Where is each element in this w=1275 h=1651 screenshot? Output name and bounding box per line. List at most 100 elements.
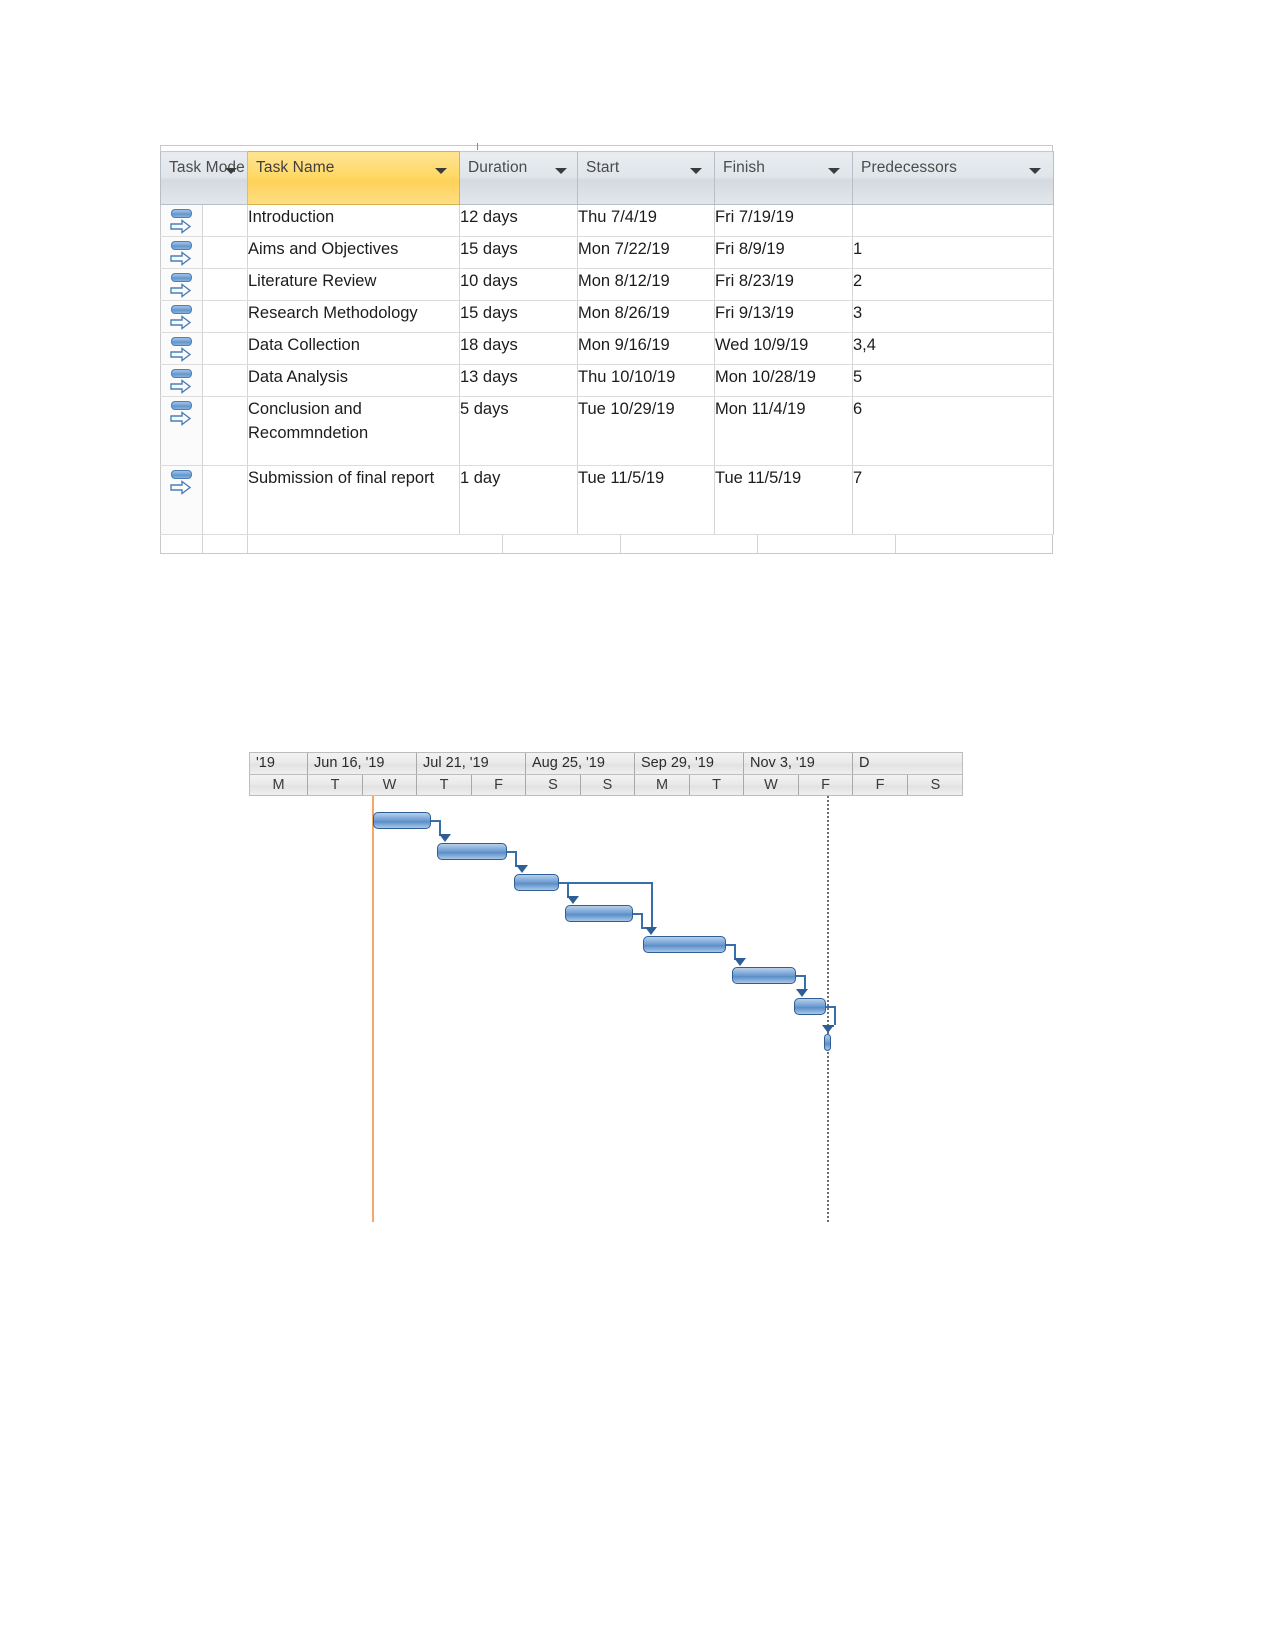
grid-bottom-filler <box>160 535 1053 554</box>
cell-finish[interactable]: Fri 9/13/19 <box>714 300 853 333</box>
table-row[interactable]: Introduction 12 days Thu 7/4/19 Fri 7/19/19 <box>160 204 1054 237</box>
cell-finish[interactable]: Fri 7/19/19 <box>714 204 853 237</box>
table-row[interactable]: Literature Review 10 days Mon 8/12/19 Fri 8… <box>160 268 1054 301</box>
cell-task-name[interactable]: Data Analysis <box>247 364 460 397</box>
cell-finish[interactable]: Wed 10/9/19 <box>714 332 853 365</box>
timescale-minor-cell: S <box>581 775 635 795</box>
cell-duration[interactable]: 18 days <box>459 332 578 365</box>
chevron-down-icon[interactable] <box>435 168 447 174</box>
timescale-major-cell: Jun 16, '19 <box>308 753 417 774</box>
cell-indent <box>202 364 248 397</box>
cell-predecessors[interactable]: 5 <box>852 364 1054 397</box>
auto-schedule-icon <box>170 401 194 427</box>
timescale-minor-cell: W <box>744 775 799 795</box>
cell-task-name[interactable]: Literature Review <box>247 268 460 301</box>
cell-start[interactable]: Mon 9/16/19 <box>577 332 715 365</box>
cell-start[interactable]: Mon 8/12/19 <box>577 268 715 301</box>
cell-task-name[interactable]: Data Collection <box>247 332 460 365</box>
cell-task-mode[interactable] <box>160 204 203 237</box>
cell-predecessors[interactable]: 7 <box>852 465 1054 535</box>
cell-duration[interactable]: 1 day <box>459 465 578 535</box>
cell-task-mode[interactable] <box>160 268 203 301</box>
cell-task-mode[interactable] <box>160 465 203 535</box>
gantt-bar[interactable] <box>437 843 507 860</box>
auto-schedule-icon <box>170 337 194 363</box>
cell-finish[interactable]: Tue 11/5/19 <box>714 465 853 535</box>
gantt-bar[interactable] <box>373 812 431 829</box>
column-header-finish[interactable]: Finish <box>714 151 853 205</box>
table-header-row: Task Mode Task Name Duration Start Finis… <box>160 151 1054 205</box>
cell-task-name[interactable]: Introduction <box>247 204 460 237</box>
table-row[interactable]: Data Collection 18 days Mon 9/16/19 Wed 10/… <box>160 332 1054 365</box>
gantt-bar[interactable] <box>794 998 826 1015</box>
table-row[interactable]: Conclusion and Recommndetion 5 days Tue 10… <box>160 396 1054 466</box>
cell-start[interactable]: Tue 10/29/19 <box>577 396 715 466</box>
table-row[interactable]: Aims and Objectives 15 days Mon 7/22/19 Fri… <box>160 236 1054 269</box>
gantt-bar[interactable] <box>565 905 633 922</box>
duration-text: 12 days <box>460 208 518 226</box>
start-text: Tue 10/29/19 <box>578 400 675 418</box>
cell-task-mode[interactable] <box>160 236 203 269</box>
gantt-bar[interactable] <box>643 936 726 953</box>
chevron-down-icon[interactable] <box>555 168 567 174</box>
column-header-predecessors[interactable]: Predecessors <box>852 151 1054 205</box>
duration-text: 13 days <box>460 368 518 386</box>
chevron-down-icon[interactable] <box>1029 168 1041 174</box>
cell-task-mode[interactable] <box>160 300 203 333</box>
task-name-text: Data Collection <box>248 336 360 354</box>
cell-duration[interactable]: 15 days <box>459 236 578 269</box>
gantt-plot-area <box>249 796 963 1222</box>
cell-predecessors[interactable]: 1 <box>852 236 1054 269</box>
cell-finish[interactable]: Mon 10/28/19 <box>714 364 853 397</box>
cell-duration[interactable]: 13 days <box>459 364 578 397</box>
predecessors-text: 6 <box>853 400 863 418</box>
cell-duration[interactable]: 15 days <box>459 300 578 333</box>
column-header-task-mode[interactable]: Task Mode <box>160 151 248 205</box>
cell-indent <box>202 204 248 237</box>
cell-start[interactable]: Thu 10/10/19 <box>577 364 715 397</box>
cell-predecessors[interactable]: 3,4 <box>852 332 1054 365</box>
finish-text: Mon 10/28/19 <box>715 368 816 386</box>
cell-start[interactable]: Mon 7/22/19 <box>577 236 715 269</box>
cell-predecessors[interactable]: 6 <box>852 396 1054 466</box>
column-header-start[interactable]: Start <box>577 151 715 205</box>
cell-finish[interactable]: Fri 8/23/19 <box>714 268 853 301</box>
cell-start[interactable]: Tue 11/5/19 <box>577 465 715 535</box>
cell-start[interactable]: Mon 8/26/19 <box>577 300 715 333</box>
dependency-arrow-icon <box>516 865 528 873</box>
cell-finish[interactable]: Fri 8/9/19 <box>714 236 853 269</box>
chevron-down-icon[interactable] <box>690 168 702 174</box>
cell-predecessors[interactable]: 3 <box>852 300 1054 333</box>
dependency-link <box>726 944 734 946</box>
column-header-finish-label: Finish <box>723 159 765 176</box>
cell-task-name[interactable]: Submission of final report <box>247 465 460 535</box>
cell-finish[interactable]: Mon 11/4/19 <box>714 396 853 466</box>
column-header-duration[interactable]: Duration <box>459 151 578 205</box>
cell-task-name[interactable]: Conclusion and Recommndetion <box>247 396 460 466</box>
cell-duration[interactable]: 5 days <box>459 396 578 466</box>
cell-task-mode[interactable] <box>160 396 203 466</box>
cell-predecessors[interactable] <box>852 204 1054 237</box>
cell-task-name[interactable]: Aims and Objectives <box>247 236 460 269</box>
cell-task-mode[interactable] <box>160 364 203 397</box>
chevron-down-icon[interactable] <box>225 168 237 174</box>
cell-duration[interactable]: 10 days <box>459 268 578 301</box>
cell-duration[interactable]: 12 days <box>459 204 578 237</box>
chevron-down-icon[interactable] <box>828 168 840 174</box>
gantt-bar[interactable] <box>732 967 796 984</box>
cell-task-mode[interactable] <box>160 332 203 365</box>
gantt-bar[interactable] <box>514 874 559 891</box>
table-row[interactable]: Research Methodology 15 days Mon 8/26/19 Fr… <box>160 300 1054 333</box>
task-name-text: Submission of final report <box>248 469 435 487</box>
column-header-task-name[interactable]: Task Name <box>247 151 460 205</box>
cell-task-name[interactable]: Research Methodology <box>247 300 460 333</box>
cell-predecessors[interactable]: 2 <box>852 268 1054 301</box>
task-name-text: Aims and Objectives <box>248 240 399 258</box>
gantt-bar[interactable] <box>824 1034 831 1051</box>
table-row[interactable]: Submission of final report 1 day Tue 11/5/… <box>160 465 1054 535</box>
table-row[interactable]: Data Analysis 13 days Thu 10/10/19 Mon 10/2… <box>160 364 1054 397</box>
cell-start[interactable]: Thu 7/4/19 <box>577 204 715 237</box>
auto-schedule-icon <box>170 305 194 331</box>
dependency-link <box>507 851 515 853</box>
table-body: Introduction 12 days Thu 7/4/19 Fri 7/19/19… <box>160 204 1054 535</box>
